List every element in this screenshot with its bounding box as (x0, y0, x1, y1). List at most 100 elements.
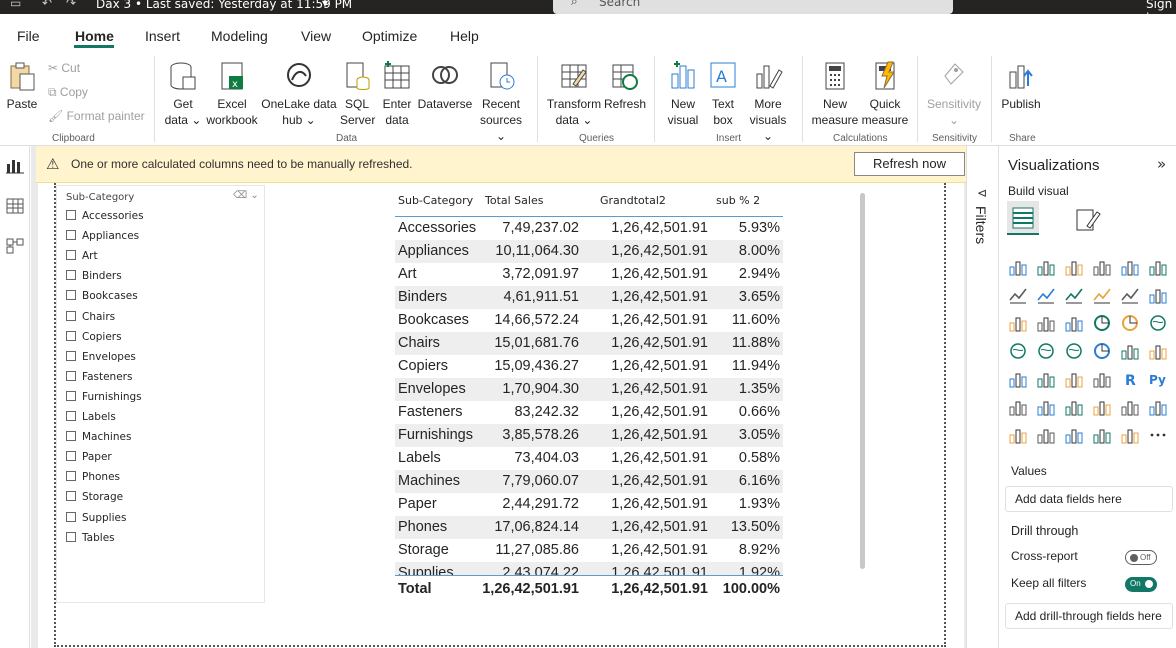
slicer-item[interactable]: Furnishings (66, 390, 142, 403)
treemap-icon[interactable] (1149, 314, 1167, 332)
filled-map-icon[interactable] (1037, 342, 1055, 360)
table-row[interactable]: Accessories 7,49,237.02 1,26,42,501.91 5.93… (395, 217, 783, 240)
excel-workbook-button[interactable]: x Excel workbook (205, 60, 259, 128)
checkbox[interactable] (66, 330, 76, 341)
power-automate-icon[interactable] (1037, 426, 1055, 444)
diamond-visual-icon[interactable] (1093, 426, 1111, 444)
waterfall-icon[interactable] (1009, 314, 1027, 332)
tab-optimize[interactable]: Optimize (362, 28, 417, 44)
sql-server-button[interactable]: SQL Server (340, 60, 375, 128)
checkbox[interactable] (66, 491, 76, 502)
document-title[interactable]: Dax 3 • Last saved: Yesterday at 11:59 P… (96, 0, 352, 11)
ribbon-chart-icon[interactable] (1149, 286, 1167, 304)
checkbox[interactable] (66, 531, 76, 542)
line-clustered-icon[interactable] (1121, 286, 1139, 304)
model-view-icon[interactable] (6, 238, 24, 254)
table-row[interactable]: Paper 2,44,291.72 1,26,42,501.91 1.93% (395, 493, 783, 516)
report-view-icon[interactable] (6, 158, 24, 174)
stacked-column-icon[interactable] (1037, 258, 1055, 276)
table-row[interactable]: Copiers 15,09,436.27 1,26,42,501.91 11.94% (395, 355, 783, 378)
table-icon[interactable] (1065, 370, 1083, 388)
copy-button[interactable]: ⧉ Copy (48, 85, 88, 100)
more-icon[interactable] (1149, 426, 1167, 444)
save-icon[interactable]: ▭ (10, 0, 21, 10)
key-influencers-icon[interactable] (1009, 398, 1027, 416)
checkbox[interactable] (66, 370, 76, 381)
format-painter-button[interactable]: 🖌 Format painter (48, 109, 145, 123)
matrix-icon[interactable] (1093, 370, 1111, 388)
decomposition-tree-icon[interactable] (1037, 398, 1055, 416)
slicer-item[interactable]: Labels (66, 411, 116, 423)
table-row[interactable]: Phones 17,06,824.14 1,26,42,501.91 13.50% (395, 516, 783, 539)
line-column-icon[interactable] (1093, 286, 1111, 304)
checkbox[interactable] (66, 431, 76, 442)
chevron-visual-icon[interactable] (1121, 426, 1139, 444)
paste-button[interactable]: Paste (6, 60, 38, 112)
get-data-button[interactable]: Get data ⌄ (164, 60, 202, 128)
values-well[interactable]: Add data fields here (1005, 486, 1173, 512)
checkbox[interactable] (66, 310, 76, 321)
undo-icon[interactable]: ↶ (42, 0, 52, 10)
sensitivity-button[interactable]: Sensitivity ⌄ (925, 60, 983, 128)
publish-button[interactable]: Publish (1000, 60, 1042, 112)
slicer-item[interactable]: Envelopes (66, 350, 136, 363)
new-measure-button[interactable]: New measure (810, 60, 860, 128)
slicer-item[interactable]: Phones (66, 471, 120, 483)
table-row[interactable]: Chairs 15,01,681.76 1,26,42,501.91 11.88% (395, 332, 783, 355)
power-apps-icon[interactable] (1009, 426, 1027, 444)
search-box[interactable]: ⌕ Search (553, 0, 953, 14)
checkbox[interactable] (66, 270, 76, 281)
100-bar-icon[interactable] (1121, 258, 1139, 276)
scatter-icon[interactable] (1065, 314, 1083, 332)
format-visual-icon[interactable] (1075, 206, 1101, 232)
stacked-area-icon[interactable] (1065, 286, 1083, 304)
title-dropdown-icon[interactable]: ▾ (322, 0, 328, 10)
funnel-icon[interactable] (1037, 314, 1055, 332)
metrics-icon[interactable] (1121, 398, 1139, 416)
quick-measure-button[interactable]: Quick measure (860, 60, 910, 128)
slicer-item[interactable]: Paper (66, 451, 112, 463)
table-row[interactable]: Bookcases 14,66,572.24 1,26,42,501.91 11.60… (395, 309, 783, 332)
recent-sources-button[interactable]: Recent sources ⌄ (475, 60, 527, 144)
r-visual-icon[interactable]: R (1121, 370, 1139, 388)
sign-in-link[interactable]: Sign in (1146, 0, 1176, 14)
table-view-icon[interactable] (6, 198, 24, 214)
card-icon[interactable] (1121, 342, 1139, 360)
table-row[interactable]: Furnishings 3,85,578.26 1,26,42,501.91 3.05… (395, 424, 783, 447)
gauge-icon[interactable] (1093, 342, 1111, 360)
slicer-item[interactable]: Binders (66, 270, 122, 282)
more-visuals-button[interactable]: More visuals ⌄ (744, 60, 792, 144)
table-scrollbar[interactable] (860, 193, 865, 569)
slicer-item[interactable]: Supplies (66, 511, 126, 524)
narrative-icon[interactable] (1093, 398, 1111, 416)
slicer-item[interactable]: Machines (66, 431, 131, 443)
table-row[interactable]: Binders 4,61,911.51 1,26,42,501.91 3.65% (395, 286, 783, 309)
area-chart-icon[interactable] (1037, 286, 1055, 304)
table-row[interactable]: Fasteners 83,242.32 1,26,42,501.91 0.66% (395, 401, 783, 424)
transform-data-button[interactable]: Transform data ⌄ (546, 60, 602, 128)
enter-data-button[interactable]: Enter data (380, 60, 414, 128)
clustered-column-icon[interactable] (1093, 258, 1111, 276)
new-visual-button[interactable]: New visual (664, 60, 702, 128)
collapse-pane-icon[interactable]: » (1157, 155, 1166, 173)
checkbox[interactable] (66, 511, 76, 522)
qa-icon[interactable] (1065, 398, 1083, 416)
python-visual-icon[interactable]: Py (1149, 370, 1167, 388)
100-column-icon[interactable] (1149, 258, 1167, 276)
azure-map-icon[interactable] (1065, 342, 1083, 360)
filters-pane[interactable]: ⊲ Filters (966, 146, 998, 648)
checkbox[interactable] (66, 390, 76, 401)
slicer-item[interactable]: Storage (66, 491, 123, 503)
slicer-item[interactable]: Chairs (66, 310, 115, 323)
arcgis-icon[interactable] (1065, 426, 1083, 444)
slicer-clear-icon[interactable]: ⌫ ⌄ (233, 190, 259, 201)
table-row[interactable]: Supplies 2,43,074.22 1,26,42,501.91 1.92% (395, 562, 783, 575)
slicer-item[interactable]: Fasteners (66, 370, 132, 383)
multi-row-card-icon[interactable] (1149, 342, 1167, 360)
stacked-bar-icon[interactable] (1009, 258, 1027, 276)
tab-home[interactable]: Home (75, 28, 114, 44)
checkbox[interactable] (66, 411, 76, 421)
redo-icon[interactable]: ↷ (66, 0, 76, 10)
refresh-now-button[interactable]: Refresh now (854, 152, 965, 176)
line-chart-icon[interactable] (1009, 286, 1027, 304)
